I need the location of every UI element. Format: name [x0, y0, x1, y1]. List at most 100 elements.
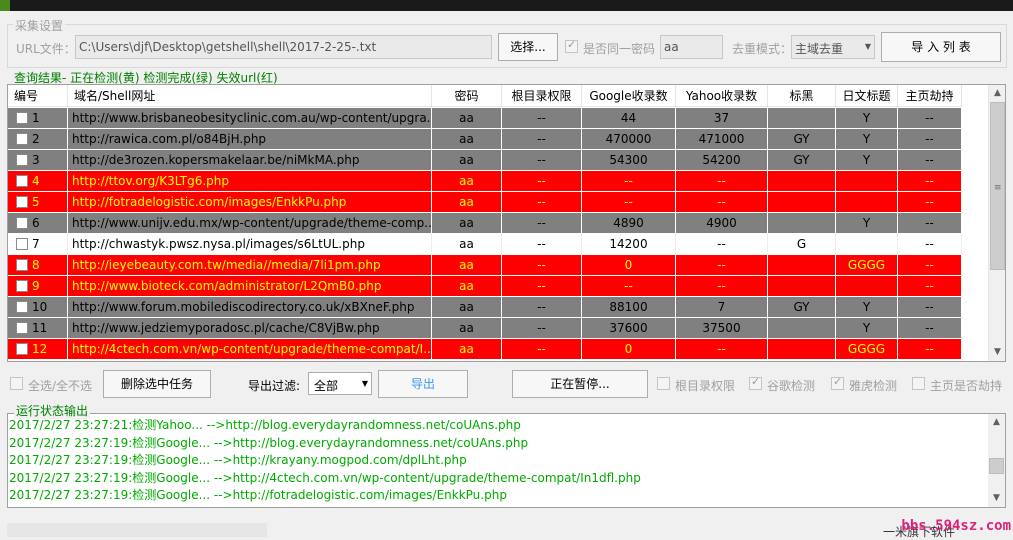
cell-hijack: --	[898, 150, 962, 170]
table-row[interactable]: 11 http://www.jedziemyporadosc.pl/cache/C…	[8, 318, 962, 339]
cell-root: --	[502, 276, 582, 296]
cell-hijack: --	[898, 171, 962, 191]
table-row[interactable]: 3 http://de3rozen.kopersmakelaar.be/niMkM…	[8, 150, 962, 171]
row-checkbox[interactable]	[16, 280, 28, 292]
cell-pwd: aa	[432, 318, 502, 338]
table-body: 1 http://www.brisbaneobesityclinic.com.au…	[8, 108, 962, 360]
yahoo-check-checkbox[interactable]	[831, 375, 844, 390]
cell-url: http://chwastyk.pwsz.nysa.pl/images/s6Lt…	[68, 234, 432, 254]
col-header-hijack[interactable]: 主页劫持	[898, 85, 962, 107]
cell-jp: Y	[836, 318, 898, 338]
cell-pwd: aa	[432, 297, 502, 317]
cell-jp	[836, 192, 898, 212]
cell-pwd: aa	[432, 150, 502, 170]
col-header-yahoo[interactable]: Yahoo收录数	[676, 85, 768, 107]
col-header-google[interactable]: Google收录数	[582, 85, 676, 107]
cell-jp: Y	[836, 213, 898, 233]
cell-yahoo: 37500	[676, 318, 768, 338]
table-row[interactable]: 4 http://ttov.org/K3LTg6.php aa -- -- -- --	[8, 171, 962, 192]
root-permission-checkbox[interactable]	[657, 377, 670, 390]
import-list-button[interactable]: 导 入 列 表	[881, 32, 1001, 62]
row-checkbox[interactable]	[16, 112, 28, 124]
scroll-up-icon[interactable]: ▲	[989, 85, 1005, 102]
row-checkbox[interactable]	[16, 217, 28, 229]
col-header-password[interactable]: 密码	[432, 85, 502, 107]
scroll-down-icon[interactable]: ▼	[989, 344, 1005, 361]
table-row[interactable]: 6 http://www.unijv.edu.mx/wp-content/upgr…	[8, 213, 962, 234]
row-checkbox[interactable]	[16, 133, 28, 145]
row-id: 4	[32, 174, 40, 188]
row-checkbox[interactable]	[16, 343, 28, 355]
table-row[interactable]: 8 http://ieyebeauty.com.tw/media//media/7…	[8, 255, 962, 276]
hijack-check-label: 主页是否劫持	[930, 379, 1003, 393]
cell-url: http://rawica.com.pl/o84BjH.php	[68, 129, 432, 149]
col-header-blacklist[interactable]: 标黑	[768, 85, 836, 107]
row-id: 10	[32, 300, 48, 314]
dedupe-mode-select[interactable]: 主域去重 ▼	[791, 35, 875, 59]
cell-black	[768, 192, 836, 212]
log-scrollbar[interactable]: ▲ ▼	[988, 414, 1005, 507]
row-checkbox[interactable]	[16, 301, 28, 313]
row-checkbox[interactable]	[16, 175, 28, 187]
cell-jp	[836, 234, 898, 254]
log-label: 运行状态输出	[14, 402, 91, 419]
scroll-thumb[interactable]	[989, 458, 1004, 474]
cell-hijack: --	[898, 318, 962, 338]
row-checkbox[interactable]	[16, 154, 28, 166]
cell-google: 0	[582, 339, 676, 359]
table-row[interactable]: 1 http://www.brisbaneobesityclinic.com.au…	[8, 108, 962, 129]
hijack-check-checkbox[interactable]	[912, 377, 925, 390]
cell-hijack: --	[898, 213, 962, 233]
export-button[interactable]: 导出	[378, 370, 468, 398]
row-checkbox[interactable]	[16, 322, 28, 334]
table-row[interactable]: 7 http://chwastyk.pwsz.nysa.pl/images/s6L…	[8, 234, 962, 255]
table-scrollbar[interactable]: ▲ ≡ ▼	[988, 85, 1005, 361]
delete-selected-button[interactable]: 删除选中任务	[103, 370, 211, 398]
row-id-cell: 12	[8, 339, 68, 359]
col-header-url[interactable]: 域名/Shell网址	[68, 85, 432, 107]
cell-url: http://ttov.org/K3LTg6.php	[68, 171, 432, 191]
scroll-thumb[interactable]: ≡	[990, 102, 1005, 270]
col-header-jp-title[interactable]: 日文标题	[836, 85, 898, 107]
cell-yahoo: 471000	[676, 129, 768, 149]
cell-black	[768, 276, 836, 296]
row-id: 1	[32, 111, 40, 125]
table-row[interactable]: 2 http://rawica.com.pl/o84BjH.php aa -- 4700…	[8, 129, 962, 150]
dedupe-mode-value: 主域去重	[795, 42, 844, 56]
same-password-checkbox[interactable]	[565, 38, 578, 53]
log-output[interactable]: 2017/2/27 23:27:21:检测Yahoo... -->http://…	[7, 413, 1006, 508]
export-filter-select[interactable]: 全部 ▼	[308, 372, 372, 395]
table-row[interactable]: 9 http://www.bioteck.com/administrator/L2…	[8, 276, 962, 297]
cell-yahoo: --	[676, 255, 768, 275]
row-id-cell: 4	[8, 171, 68, 191]
google-check-checkbox[interactable]	[749, 375, 762, 390]
scroll-up-icon[interactable]: ▲	[988, 414, 1005, 431]
table-row[interactable]: 5 http://fotradelogistic.com/images/EnkkP…	[8, 192, 962, 213]
scroll-down-icon[interactable]: ▼	[988, 490, 1005, 507]
url-file-label: URL文件：	[16, 42, 76, 56]
col-header-id[interactable]: 编号	[8, 85, 68, 107]
cell-black: G	[768, 234, 836, 254]
row-id: 3	[32, 153, 40, 167]
cell-google: 0	[582, 255, 676, 275]
table-row[interactable]: 10 http://www.forum.mobilediscodirectory.…	[8, 297, 962, 318]
table-row[interactable]: 12 http://4ctech.com.vn/wp-content/upgrad…	[8, 339, 962, 360]
row-checkbox[interactable]	[16, 238, 28, 250]
cell-google: 37600	[582, 318, 676, 338]
password-input[interactable]: aa	[660, 35, 723, 59]
browse-button[interactable]: 选择...	[498, 33, 558, 61]
cell-hijack: --	[898, 255, 962, 275]
url-file-input[interactable]: C:\Users\djf\Desktop\getshell\shell\2017…	[75, 35, 492, 59]
pause-button[interactable]: 正在暂停...	[512, 370, 648, 398]
cell-jp	[836, 276, 898, 296]
cell-yahoo: --	[676, 339, 768, 359]
row-checkbox[interactable]	[16, 196, 28, 208]
row-id: 8	[32, 258, 40, 272]
cell-google: --	[582, 171, 676, 191]
row-id: 11	[32, 321, 48, 335]
cell-yahoo: 7	[676, 297, 768, 317]
select-all-checkbox[interactable]	[10, 377, 23, 390]
watermark: bbs.594sz.com	[901, 518, 1011, 534]
col-header-root[interactable]: 根目录权限	[502, 85, 582, 107]
row-checkbox[interactable]	[16, 259, 28, 271]
